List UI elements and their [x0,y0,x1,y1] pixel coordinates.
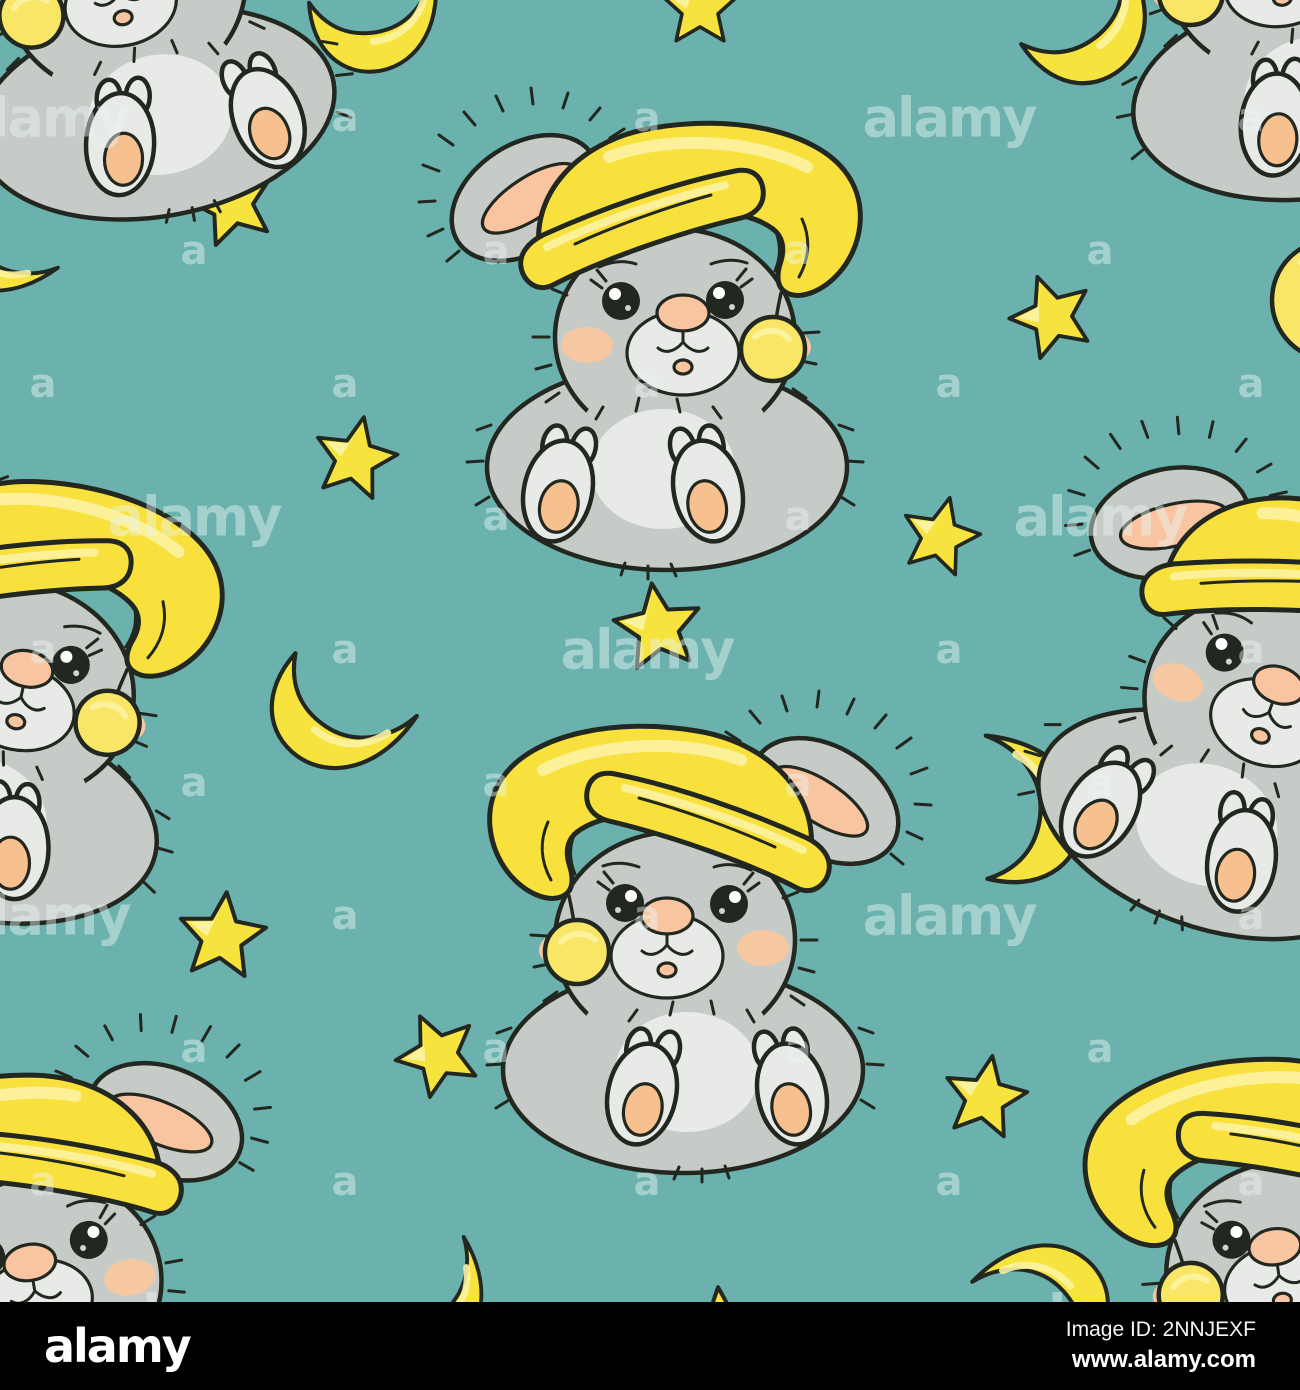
watermark-letter: a [483,228,510,274]
watermark-letter: a [483,1026,510,1072]
watermark-letter: a [634,361,661,407]
watermark-brand-text: alamy [561,619,736,682]
watermark-letter: a [1087,228,1114,274]
watermark-letter: a [332,893,359,939]
watermark-brand-text: alamy [1014,1284,1189,1303]
image-id-text: Image ID: 2NNJEXF [1065,1317,1256,1341]
watermark-brand-text: alamy [1014,486,1189,549]
watermark-letter: a [30,361,57,407]
watermark-letter: a [332,627,359,673]
watermark-letter: a [1087,1026,1114,1072]
watermark-brand-text: alamy [0,87,131,150]
watermark-letter: a [181,228,208,274]
watermark-brand-text: alamy [863,885,1038,948]
watermark-letter: a [1238,893,1265,939]
watermark-brand-text: alamy [108,1284,283,1303]
watermark-brand-text: alamy [108,486,283,549]
watermark-brand-text: alamy [863,87,1038,150]
watermark-letter: a [332,95,359,141]
watermark-letter: a [1238,361,1265,407]
alamy-logo: alamy [44,1319,192,1373]
watermark-letter: a [181,0,208,8]
watermark-letter: a [785,760,812,806]
watermark-letter: a [785,1026,812,1072]
seamless-bunny-pattern: a a a a alamy a a alamy a a a a a a a a a a alamy a a alamy a a… [0,0,1300,1302]
watermark-letter: a [332,1159,359,1205]
watermark-letter: a [181,1026,208,1072]
watermark-letter: a [785,494,812,540]
watermark-letter: a [785,0,812,8]
watermark-letter: a [332,361,359,407]
watermark-letter: a [634,95,661,141]
footer-bar: alamy Image ID: 2NNJEXF www.alamy.com [0,1302,1300,1390]
watermark-brand-text: alamy [0,885,131,948]
watermark-letter: a [936,1159,963,1205]
watermark-letter: a [1087,0,1114,8]
watermark-letter: a [785,1292,812,1302]
image-meta: Image ID: 2NNJEXF www.alamy.com [1066,1316,1256,1377]
watermark-letter: a [483,0,510,8]
stock-image-page: a a a a alamy a a alamy a a a a a a a a a a alamy a a alamy a a… [0,0,1300,1390]
watermark-letter: a [634,1159,661,1205]
watermark-letter: a [1087,760,1114,806]
watermark-letter: a [936,361,963,407]
watermark-letter: a [483,760,510,806]
watermark-letter: a [785,228,812,274]
watermark-letter: a [30,1159,57,1205]
watermark-letter: a [30,627,57,673]
watermark-letter: a [483,1292,510,1302]
watermark-letter: a [483,494,510,540]
website-text: www.alamy.com [1071,1345,1256,1373]
watermark-letter: a [1238,95,1265,141]
watermark-letter: a [1238,627,1265,673]
watermark-letter: a [634,893,661,939]
watermark-letter: a [1238,1159,1265,1205]
watermark-letter: a [936,627,963,673]
watermark-letter: a [181,760,208,806]
